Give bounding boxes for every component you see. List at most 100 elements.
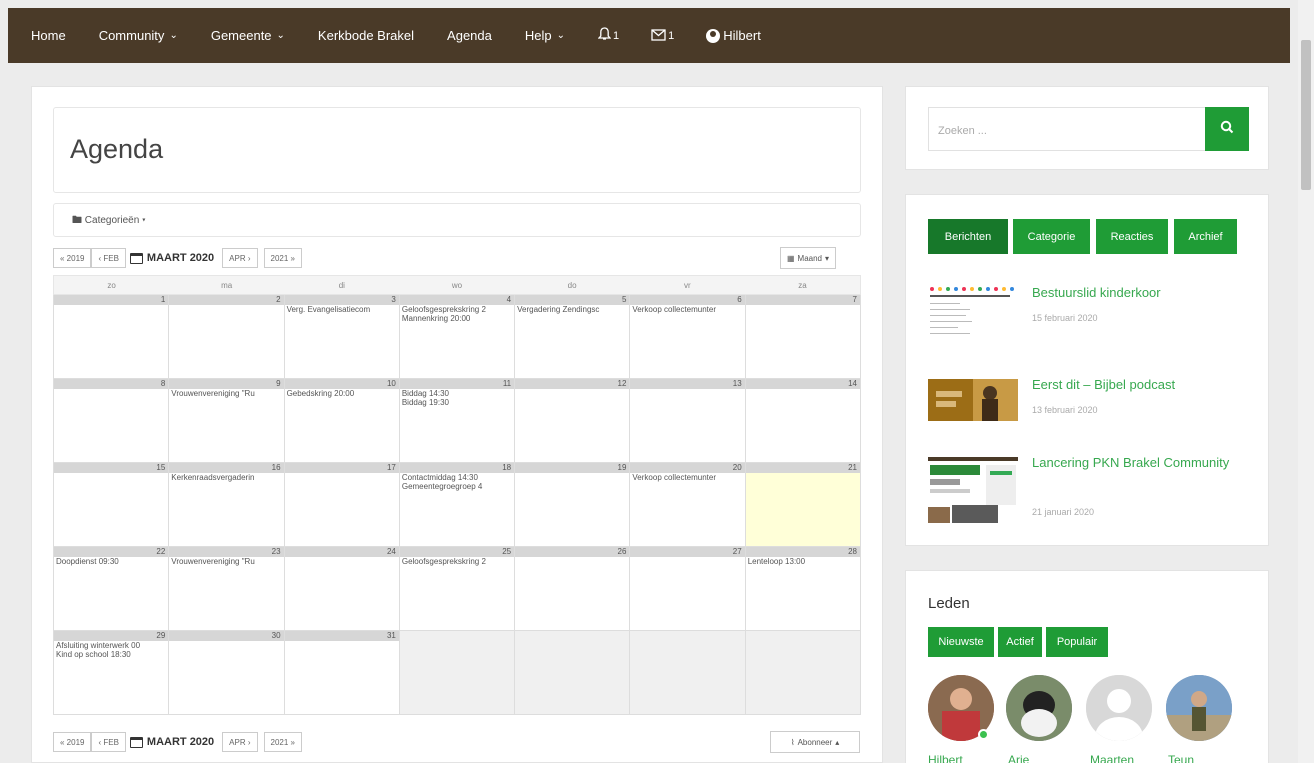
tab-reacties[interactable]: Reacties (1096, 219, 1168, 254)
calendar-event[interactable]: Vrouwenvereniging "Ru (169, 389, 283, 398)
calendar-event[interactable]: Doopdienst 09:30 (54, 557, 168, 566)
calendar-day[interactable]: 15 (54, 463, 170, 547)
post-title[interactable]: Lancering PKN Brakel Community (1032, 449, 1258, 477)
calendar-day[interactable]: 8 (54, 379, 170, 463)
calendar-event[interactable]: Verkoop collectemunter (630, 473, 744, 482)
calendar-day[interactable]: 16 Kerkenraadsvergaderin (169, 463, 285, 547)
caret-up-icon: ▴ (835, 737, 840, 747)
calendar-day[interactable]: 11 Biddag 14:30 Biddag 19:30 (399, 379, 516, 463)
post-item[interactable]: Bestuurslid kinderkoor 15 februari 2020 (928, 279, 1258, 345)
calendar-day[interactable]: 13 (630, 379, 746, 463)
calendar-event[interactable]: Mannenkring 20:00 (400, 314, 514, 323)
prev-month-button[interactable]: ‹ FEB (91, 248, 126, 268)
post-title[interactable]: Eerst dit – Bijbel podcast (1032, 371, 1258, 399)
categories-dropdown[interactable]: 🖿 Categorieën ▾ (53, 203, 861, 237)
tab-actief[interactable]: Actief (998, 627, 1042, 657)
search-input[interactable]: Zoeken ... (928, 107, 1228, 151)
calendar-event[interactable]: Vrouwenvereniging "Ru (169, 557, 283, 566)
calendar-event[interactable]: Verkoop collectemunter (630, 305, 744, 314)
avatar[interactable] (1086, 675, 1152, 741)
tab-archief[interactable]: Archief (1174, 219, 1237, 254)
calendar-event[interactable]: Verg. Evangelisatiecom (285, 305, 399, 314)
next-month-button[interactable]: APR › (222, 732, 258, 752)
post-title[interactable]: Bestuurslid kinderkoor (1032, 279, 1258, 307)
member-name[interactable]: Maarten (1090, 753, 1134, 763)
calendar-day-today[interactable]: 21 (745, 463, 861, 547)
calendar-day[interactable]: 26 (515, 547, 631, 631)
post-thumbnail (928, 279, 1018, 345)
day-number: 27 (630, 547, 745, 557)
nav-gemeente[interactable]: Gemeente ⌄ (211, 28, 285, 43)
calendar-event[interactable]: Biddag 19:30 (400, 398, 514, 407)
calendar-event[interactable]: Geloofsgesprekskring 2 (400, 557, 514, 566)
tab-populair[interactable]: Populair (1046, 627, 1108, 657)
member-name[interactable]: Arie (1008, 753, 1029, 763)
day-number: 12 (515, 379, 630, 389)
messages-button[interactable]: 1 (651, 28, 674, 44)
member-name[interactable]: Teun (1168, 753, 1194, 763)
member-name[interactable]: Hilbert (928, 753, 963, 763)
calendar-day[interactable]: 10 Gebedskring 20:00 (284, 379, 400, 463)
post-item[interactable]: Lancering PKN Brakel Community 21 januar… (928, 455, 1258, 523)
nav-community[interactable]: Community ⌄ (99, 28, 178, 43)
search-button[interactable] (1205, 107, 1249, 151)
calendar-event[interactable]: Vergadering Zendingsc (515, 305, 629, 314)
calendar-day[interactable]: 1 (54, 295, 170, 379)
prev-year-button[interactable]: « 2019 (53, 732, 92, 752)
user-menu[interactable]: Hilbert (706, 28, 761, 43)
calendar-day[interactable]: 3 Verg. Evangelisatiecom (284, 295, 400, 379)
calendar-event[interactable]: Lenteloop 13:00 (746, 557, 860, 566)
post-item[interactable]: Eerst dit – Bijbel podcast 13 februari 2… (928, 377, 1258, 445)
notifications-button[interactable]: 1 (597, 27, 619, 44)
calendar-event[interactable]: Contactmiddag 14:30 (400, 473, 514, 482)
calendar-day[interactable]: 27 (630, 547, 746, 631)
subscribe-button[interactable]: ⌇ Abonneer ▴ (770, 731, 860, 753)
calendar-day[interactable]: 14 (745, 379, 861, 463)
tab-nieuwste[interactable]: Nieuwste (928, 627, 994, 657)
nav-kerkbode[interactable]: Kerkbode Brakel (318, 28, 414, 43)
tab-berichten[interactable]: Berichten (928, 219, 1008, 254)
calendar-day[interactable]: 30 (169, 631, 285, 715)
calendar-day[interactable]: 28 Lenteloop 13:00 (745, 547, 861, 631)
view-select-button[interactable]: ▦ Maand ▾ (780, 247, 836, 269)
calendar-day[interactable]: 2 (169, 295, 285, 379)
calendar-day[interactable]: 20 Verkoop collectemunter (630, 463, 746, 547)
calendar-day[interactable]: 12 (515, 379, 631, 463)
page-scrollbar[interactable] (1298, 0, 1314, 763)
weekday-label: zo (107, 281, 116, 290)
calendar-event[interactable]: Gemeentegroegroep 4 (400, 482, 514, 491)
scrollbar-thumb[interactable] (1301, 40, 1311, 190)
calendar-day[interactable]: 29 Afsluiting winterwerk 00 Kind op school… (54, 631, 170, 715)
avatar[interactable] (1006, 675, 1072, 741)
calendar-day[interactable]: 31 (284, 631, 400, 715)
nav-agenda[interactable]: Agenda (447, 28, 492, 43)
calendar-event[interactable]: Kind op school 18:30 (54, 650, 168, 659)
tab-categorie[interactable]: Categorie (1013, 219, 1090, 254)
calendar-day[interactable]: 4 Geloofsgesprekskring 2 Mannenkring 20:00 (399, 295, 516, 379)
nav-home[interactable]: Home (31, 28, 66, 43)
prev-month-button[interactable]: ‹ FEB (91, 732, 126, 752)
envelope-icon (651, 28, 666, 44)
calendar-event[interactable]: Kerkenraadsvergaderin (169, 473, 283, 482)
calendar-day[interactable]: 24 (284, 547, 400, 631)
calendar-day[interactable]: 5 Vergadering Zendingsc (515, 295, 631, 379)
next-year-button[interactable]: 2021 » (263, 732, 302, 752)
calendar-day[interactable]: 25 Geloofsgesprekskring 2 (399, 547, 516, 631)
next-year-button[interactable]: 2021 » (263, 248, 302, 268)
prev-year-button[interactable]: « 2019 (53, 248, 92, 268)
calendar-event[interactable]: Afsluiting winterwerk 00 (54, 641, 168, 650)
calendar-day[interactable]: 17 (284, 463, 400, 547)
calendar-event[interactable]: Biddag 14:30 (400, 389, 514, 398)
calendar-event[interactable]: Geloofsgesprekskring 2 (400, 305, 514, 314)
calendar-day[interactable]: 6 Verkoop collectemunter (630, 295, 746, 379)
next-month-button[interactable]: APR › (222, 248, 258, 268)
calendar-day[interactable]: 19 (515, 463, 631, 547)
calendar-day[interactable]: 23 Vrouwenvereniging "Ru (169, 547, 285, 631)
avatar[interactable] (1166, 675, 1232, 741)
calendar-day[interactable]: 18 Contactmiddag 14:30 Gemeentegroegroep 4 (399, 463, 516, 547)
calendar-event[interactable]: Gebedskring 20:00 (285, 389, 399, 398)
calendar-day[interactable]: 7 (745, 295, 861, 379)
nav-help[interactable]: Help ⌄ (525, 28, 565, 43)
calendar-day[interactable]: 9 Vrouwenvereniging "Ru (169, 379, 285, 463)
calendar-day[interactable]: 22 Doopdienst 09:30 (54, 547, 170, 631)
